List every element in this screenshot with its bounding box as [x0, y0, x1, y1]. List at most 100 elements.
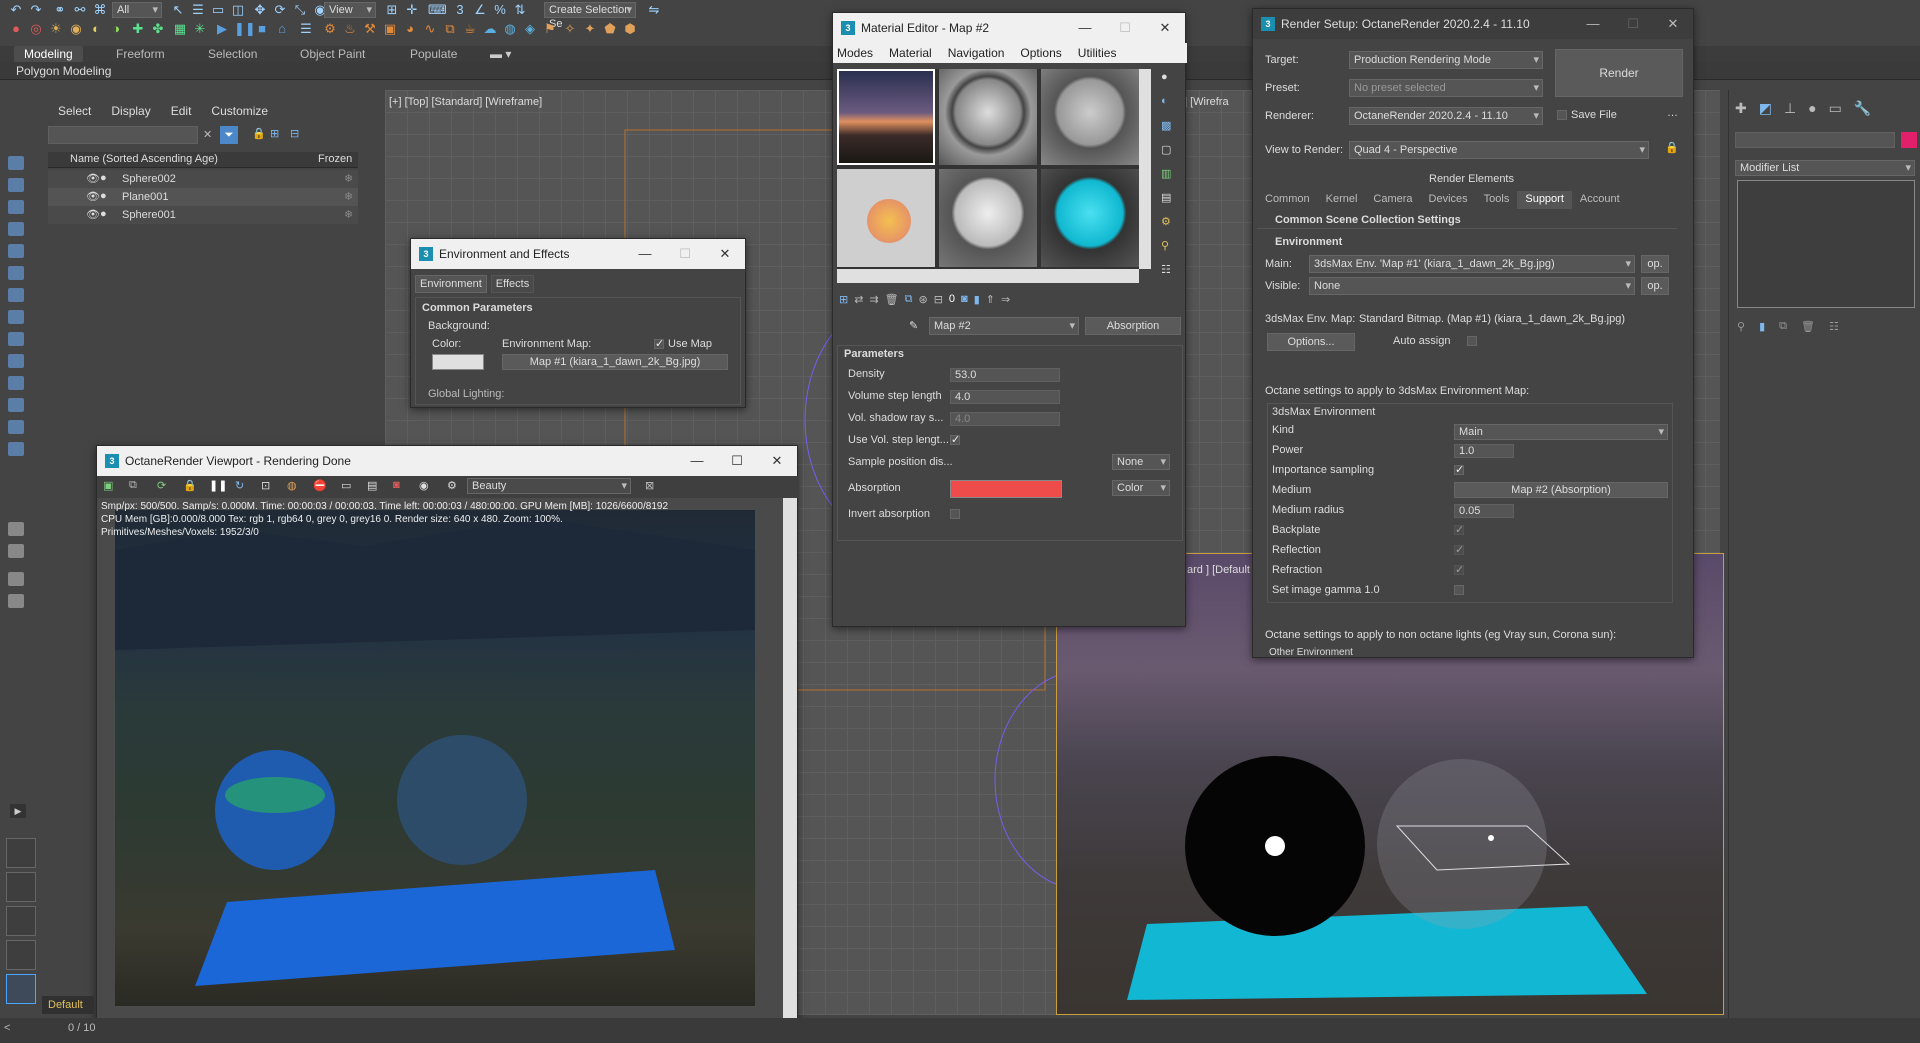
maximize-icon[interactable]: ☐ [665, 239, 705, 269]
keyboard-shortcut-icon[interactable]: ⌨ [428, 3, 447, 17]
menu-navigation[interactable]: Navigation [948, 43, 1005, 63]
octane-light-icon[interactable]: ☀ [48, 22, 64, 36]
video-color-icon[interactable]: ▥ [1161, 167, 1171, 180]
select-manipulate-icon[interactable]: ✛ [404, 3, 420, 17]
clear-search-icon[interactable]: ✕ [203, 128, 212, 141]
shapes-icon[interactable] [8, 310, 24, 324]
eyedropper-icon[interactable]: ✎ [909, 319, 918, 332]
viewport-layout-4[interactable] [6, 940, 36, 970]
render-setup-icon[interactable]: ⚒ [362, 22, 378, 36]
material-editor-icon[interactable]: ◕ [402, 22, 418, 36]
sample-slot[interactable] [939, 169, 1037, 267]
target-dropdown[interactable]: Production Rendering Mode [1349, 51, 1543, 69]
minimize-icon[interactable]: — [1065, 13, 1105, 43]
octane-env-icon[interactable]: ◑ [108, 22, 124, 36]
visibility-eye-icon[interactable]: 👁 [86, 208, 100, 221]
reset-map-icon[interactable]: 🗑 [885, 293, 899, 315]
tab-environment[interactable]: Environment [415, 275, 487, 293]
copy-icon[interactable]: ⧉ [129, 479, 137, 492]
snap-icon[interactable]: 3 [452, 3, 468, 17]
window-crossing-icon[interactable]: ◫ [230, 3, 246, 17]
backlight-icon[interactable]: ◐ [1161, 95, 1168, 107]
invert-absorption-checkbox[interactable] [950, 509, 960, 519]
quick-render-icon[interactable]: ☕ [462, 22, 478, 36]
sample-slot[interactable] [837, 169, 935, 267]
viewport-layout-1[interactable] [6, 838, 36, 868]
octane-texture-icon[interactable]: ◐ [88, 22, 104, 36]
tab-account[interactable]: Account [1572, 191, 1628, 209]
visibility-eye-icon[interactable]: 👁 [86, 190, 100, 203]
octane-titlebar[interactable]: 3 OctaneRender Viewport - Rendering Done… [97, 446, 797, 476]
filter-icon[interactable]: ⏷ [220, 126, 238, 144]
assign-to-selection-icon[interactable]: ⇉ [869, 293, 878, 315]
lock-icon[interactable]: 🔒 [183, 479, 197, 492]
tab-freeform[interactable]: Freeform [116, 46, 165, 62]
viewport-layout-5[interactable] [6, 974, 36, 1004]
settings-icon[interactable]: ⚙ [447, 479, 457, 492]
play-icon[interactable]: ▶ [214, 22, 230, 36]
pause-icon[interactable]: ❚❚ [234, 22, 256, 36]
object-color-swatch[interactable] [1901, 132, 1917, 148]
tab-tools[interactable]: Tools [1476, 191, 1518, 209]
utilities-tab-icon[interactable]: 🔧 [1854, 100, 1871, 117]
tab-populate[interactable]: Populate [410, 46, 457, 62]
reference-coord-dropdown[interactable]: View [324, 2, 376, 18]
timeline-prev-icon[interactable]: < [4, 1022, 10, 1034]
medium-radius-spinner[interactable]: 0.05 [1454, 504, 1514, 518]
absorption-mode-dropdown[interactable]: Color [1112, 480, 1170, 496]
main-env-dropdown[interactable]: 3dsMax Env. 'Map #1' (kiara_1_dawn_2k_Bg… [1309, 255, 1635, 273]
menu-utilities[interactable]: Utilities [1078, 43, 1117, 63]
hierarchy-view-icon[interactable]: ⊞ [270, 127, 279, 140]
close-icon[interactable]: ✕ [1653, 9, 1693, 39]
create-selection-set-dropdown[interactable]: Create Selection Se [544, 2, 636, 30]
teapot-icon[interactable]: ♨ [342, 22, 358, 36]
unique-icon[interactable]: ⊛ [918, 293, 927, 315]
menu-modes[interactable]: Modes [837, 43, 873, 63]
use-map-checkbox[interactable] [654, 337, 664, 350]
layer-view-icon[interactable]: ⊟ [290, 127, 299, 140]
close-icon[interactable]: ✕ [1145, 13, 1185, 43]
render-frame-icon[interactable]: ▣ [382, 22, 398, 36]
show-end-result-icon[interactable]: ▮ [974, 293, 980, 315]
menu-edit[interactable]: Edit [171, 104, 192, 118]
remove-modifier-icon[interactable]: 🗑 [1801, 320, 1815, 333]
tab-common[interactable]: Common [1257, 191, 1318, 209]
helpers-icon[interactable] [8, 376, 24, 390]
render-icon[interactable]: ⌂ [274, 22, 290, 36]
utilities-icon[interactable] [8, 266, 24, 280]
bind-icon[interactable]: ⌘ [92, 3, 108, 17]
op-button[interactable]: op. [1641, 277, 1669, 295]
cloud-icon[interactable]: ☁ [482, 22, 498, 36]
octane-icon[interactable]: ● [8, 22, 24, 36]
create-tab-icon[interactable]: ✚ [1735, 100, 1747, 117]
sample-slot[interactable] [939, 69, 1037, 165]
maximize-icon[interactable]: ☐ [1613, 9, 1653, 39]
pivot-icon[interactable]: ⊞ [384, 3, 400, 17]
extra-icon-2[interactable]: ✦ [582, 22, 598, 36]
env-titlebar[interactable]: 3 Environment and Effects — ☐ ✕ [411, 239, 745, 269]
rollout-header[interactable]: Common Scene Collection Settings [1257, 211, 1677, 229]
get-material-icon[interactable]: ⊞ [839, 293, 848, 315]
menu-display[interactable]: Display [111, 104, 150, 118]
color-pick-icon[interactable]: ◍ [287, 479, 297, 492]
backplate-checkbox[interactable] [1454, 523, 1464, 536]
hierarchy-tab-icon[interactable]: ⊥ [1784, 100, 1796, 117]
scale-icon[interactable]: ⤡ [292, 3, 308, 17]
a360-icon[interactable]: ◈ [522, 22, 538, 36]
save-file-checkbox[interactable] [1557, 110, 1567, 120]
rollout-title[interactable]: Parameters [844, 348, 904, 360]
scene-search-input[interactable] [48, 126, 198, 144]
maximize-icon[interactable]: ☐ [1105, 13, 1145, 43]
rollout-title[interactable]: Common Parameters [422, 302, 533, 314]
close-icon[interactable]: ✕ [757, 446, 797, 476]
cameras-icon[interactable] [8, 354, 24, 368]
filter-icon[interactable] [8, 522, 24, 536]
lights-icon[interactable] [8, 332, 24, 346]
minimize-icon[interactable]: — [1573, 9, 1613, 39]
scene-icon[interactable]: ⚙ [322, 22, 338, 36]
pin-stack-icon[interactable]: ⚲ [1737, 320, 1745, 333]
tab-kernel[interactable]: Kernel [1318, 191, 1366, 209]
reflection-checkbox[interactable] [1454, 543, 1464, 556]
redo-icon[interactable]: ↷ [28, 3, 44, 17]
view-to-render-dropdown[interactable]: Quad 4 - Perspective [1349, 141, 1649, 159]
